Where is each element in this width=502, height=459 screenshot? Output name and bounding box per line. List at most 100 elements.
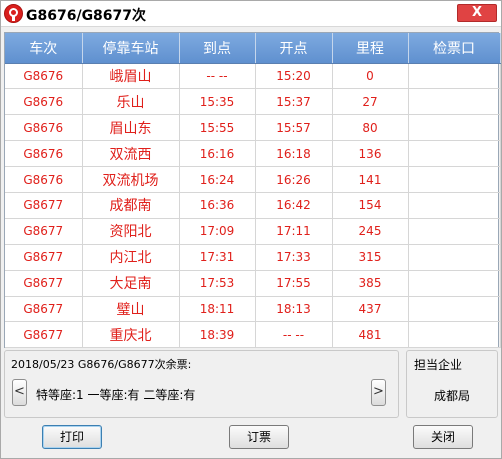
station-cell: 乐山 [82,88,180,116]
departure-time-cell: 17:55 [255,270,333,297]
window-close-button[interactable]: X [457,4,497,22]
departure-time-cell: 15:57 [255,114,333,142]
table-row[interactable]: G8676 双流西 16:16 16:18 136 [5,140,501,168]
distance-cell: 136 [332,140,409,168]
train-number-cell: G8677 [5,321,83,349]
column-header-arrival[interactable]: 到点 [179,33,256,64]
table-row[interactable]: G8677 大足南 17:53 17:55 385 [5,270,501,297]
arrival-time-cell: 17:53 [179,270,256,297]
column-header-gate[interactable]: 检票口 [408,33,501,64]
remaining-tickets-group: 2018/05/23 G8676/G8677次余票: < 特等座:1 一等座:有… [4,350,399,418]
operating-company-caption: 担当企业 [414,356,463,373]
gate-cell [408,114,501,142]
train-schedule-window: G8676/G8677次 X 车次 停靠车站 到点 开点 里程 检票口 G867… [0,0,502,459]
departure-time-cell: 17:33 [255,244,333,271]
station-cell: 大足南 [82,270,180,297]
train-number-cell: G8676 [5,140,83,168]
gate-cell [408,244,501,271]
table-row[interactable]: G8676 乐山 15:35 15:37 27 [5,88,501,116]
distance-cell: 154 [332,192,409,219]
distance-cell: 315 [332,244,409,271]
arrival-time-cell: 16:16 [179,140,256,168]
distance-cell: 27 [332,88,409,116]
distance-cell: 0 [332,63,409,90]
station-cell: 重庆北 [82,321,180,349]
gate-cell [408,218,501,245]
gate-cell [408,321,501,349]
distance-cell: 385 [332,270,409,297]
table-row[interactable]: G8676 眉山东 15:55 15:57 80 [5,114,501,142]
arrival-time-cell: 18:39 [179,321,256,349]
gate-cell [408,166,501,193]
close-button[interactable]: 关闭 [413,425,473,449]
train-number-cell: G8676 [5,114,83,142]
station-cell: 璧山 [82,296,180,323]
gate-cell [408,192,501,219]
distance-cell: 141 [332,166,409,193]
station-cell: 成都南 [82,192,180,219]
table-row[interactable]: G8676 双流机场 16:24 16:26 141 [5,166,501,193]
arrival-time-cell: 17:09 [179,218,256,245]
train-number-cell: G8677 [5,244,83,271]
departure-time-cell: -- -- [255,321,333,349]
book-ticket-button[interactable]: 订票 [229,425,289,449]
window-title: G8676/G8677次 [26,8,147,24]
title-bar: G8676/G8677次 X [1,1,501,27]
column-header-departure[interactable]: 开点 [255,33,333,64]
arrival-time-cell: 16:24 [179,166,256,193]
distance-cell: 245 [332,218,409,245]
gate-cell [408,140,501,168]
departure-time-cell: 15:20 [255,63,333,90]
departure-time-cell: 16:42 [255,192,333,219]
arrival-time-cell: 15:55 [179,114,256,142]
table-row[interactable]: G8677 璧山 18:11 18:13 437 [5,296,501,323]
gate-cell [408,63,501,90]
arrival-time-cell: 15:35 [179,88,256,116]
station-cell: 资阳北 [82,218,180,245]
operating-company-name: 成都局 [433,389,470,403]
station-cell: 峨眉山 [82,63,180,90]
station-cell: 内江北 [82,244,180,271]
column-header-station[interactable]: 停靠车站 [82,33,180,64]
remaining-tickets-caption: 2018/05/23 G8676/G8677次余票: [11,356,195,372]
gate-cell [408,270,501,297]
arrival-time-cell: 18:11 [179,296,256,323]
train-number-cell: G8677 [5,270,83,297]
arrival-time-cell: 17:31 [179,244,256,271]
distance-cell: 481 [332,321,409,349]
column-header-distance[interactable]: 里程 [332,33,409,64]
table-row[interactable]: G8677 资阳北 17:09 17:11 245 [5,218,501,245]
column-header-train[interactable]: 车次 [5,33,83,64]
train-number-cell: G8677 [5,192,83,219]
tickets-prev-button[interactable]: < [12,379,27,406]
table-row[interactable]: G8677 重庆北 18:39 -- -- 481 [5,321,501,349]
print-button[interactable]: 打印 [42,425,102,449]
departure-time-cell: 17:11 [255,218,333,245]
arrival-time-cell: -- -- [179,63,256,90]
departure-time-cell: 18:13 [255,296,333,323]
table-row[interactable]: G8676 峨眉山 -- -- 15:20 0 [5,63,501,90]
station-cell: 眉山东 [82,114,180,142]
table-row[interactable]: G8677 成都南 16:36 16:42 154 [5,192,501,219]
train-number-cell: G8676 [5,166,83,193]
station-cell: 双流机场 [82,166,180,193]
table-row[interactable]: G8677 内江北 17:31 17:33 315 [5,244,501,271]
distance-cell: 437 [332,296,409,323]
train-number-cell: G8677 [5,296,83,323]
train-number-cell: G8677 [5,218,83,245]
schedule-table: 车次 停靠车站 到点 开点 里程 检票口 G8676 峨眉山 -- -- 15:20 0… [5,33,501,349]
arrival-time-cell: 16:36 [179,192,256,219]
station-cell: 双流西 [82,140,180,168]
train-number-cell: G8676 [5,88,83,116]
gate-cell [408,296,501,323]
operating-company-group: 担当企业 成都局 [406,350,498,418]
train-number-cell: G8676 [5,63,83,90]
distance-cell: 80 [332,114,409,142]
tickets-next-button[interactable]: > [371,379,386,406]
seat-availability-text: 特等座:1 一等座:有 二等座:有 [36,388,196,402]
railway-logo-icon [4,4,23,23]
table-header-row: 车次 停靠车站 到点 开点 里程 检票口 [5,33,501,64]
bottom-panel: 2018/05/23 G8676/G8677次余票: < 特等座:1 一等座:有… [4,350,499,422]
schedule-table-container[interactable]: 车次 停靠车站 到点 开点 里程 检票口 G8676 峨眉山 -- -- 15:20 0… [4,32,501,349]
departure-time-cell: 16:26 [255,166,333,193]
